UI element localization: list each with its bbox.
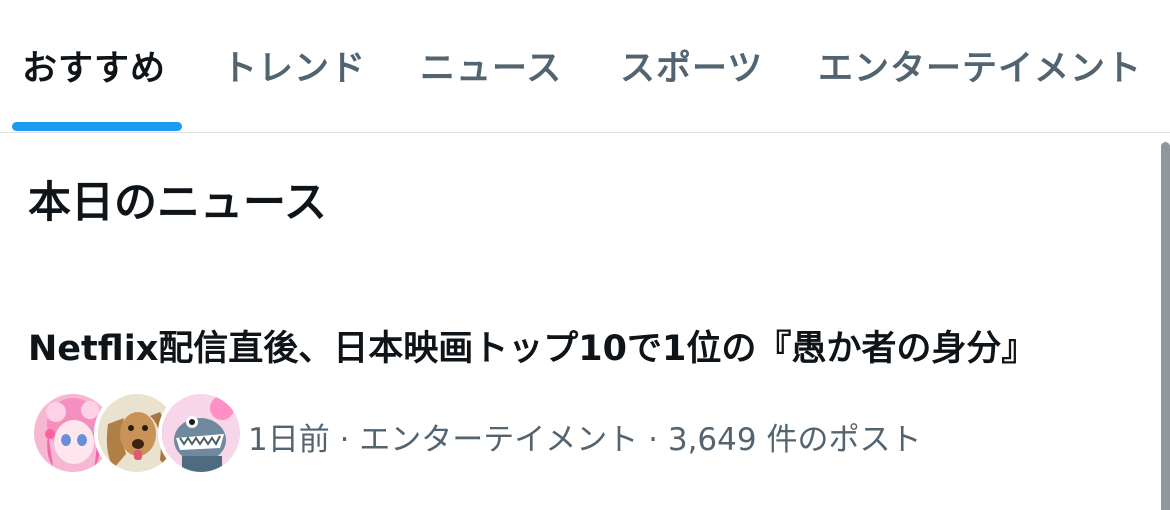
tab-news[interactable]: ニュース xyxy=(420,40,562,96)
tab-sports[interactable]: スポーツ xyxy=(620,40,763,96)
cartoon-creature-avatar xyxy=(158,390,244,476)
news-meta: 1日前 · エンターテイメント · 3,649 件のポスト xyxy=(248,422,922,458)
tab-trending[interactable]: トレンド xyxy=(222,40,366,96)
tab-entertainment[interactable]: エンターテイメント xyxy=(818,40,1142,96)
news-headline[interactable]: Netflix配信直後、日本映画トップ10で1位の『愚か者の身分』 xyxy=(28,320,1036,371)
explore-tab-bar: おすすめ トレンド ニュース スポーツ エンターテイメント xyxy=(0,0,1170,133)
active-tab-indicator xyxy=(12,122,182,131)
news-item[interactable]: Netflix配信直後、日本映画トップ10で1位の『愚か者の身分』 1日前 · … xyxy=(0,290,1150,510)
tab-recommended[interactable]: おすすめ xyxy=(22,40,166,96)
section-title: 本日のニュース xyxy=(28,178,327,228)
avatar-group xyxy=(30,390,244,476)
scrollbar[interactable] xyxy=(1161,142,1170,510)
